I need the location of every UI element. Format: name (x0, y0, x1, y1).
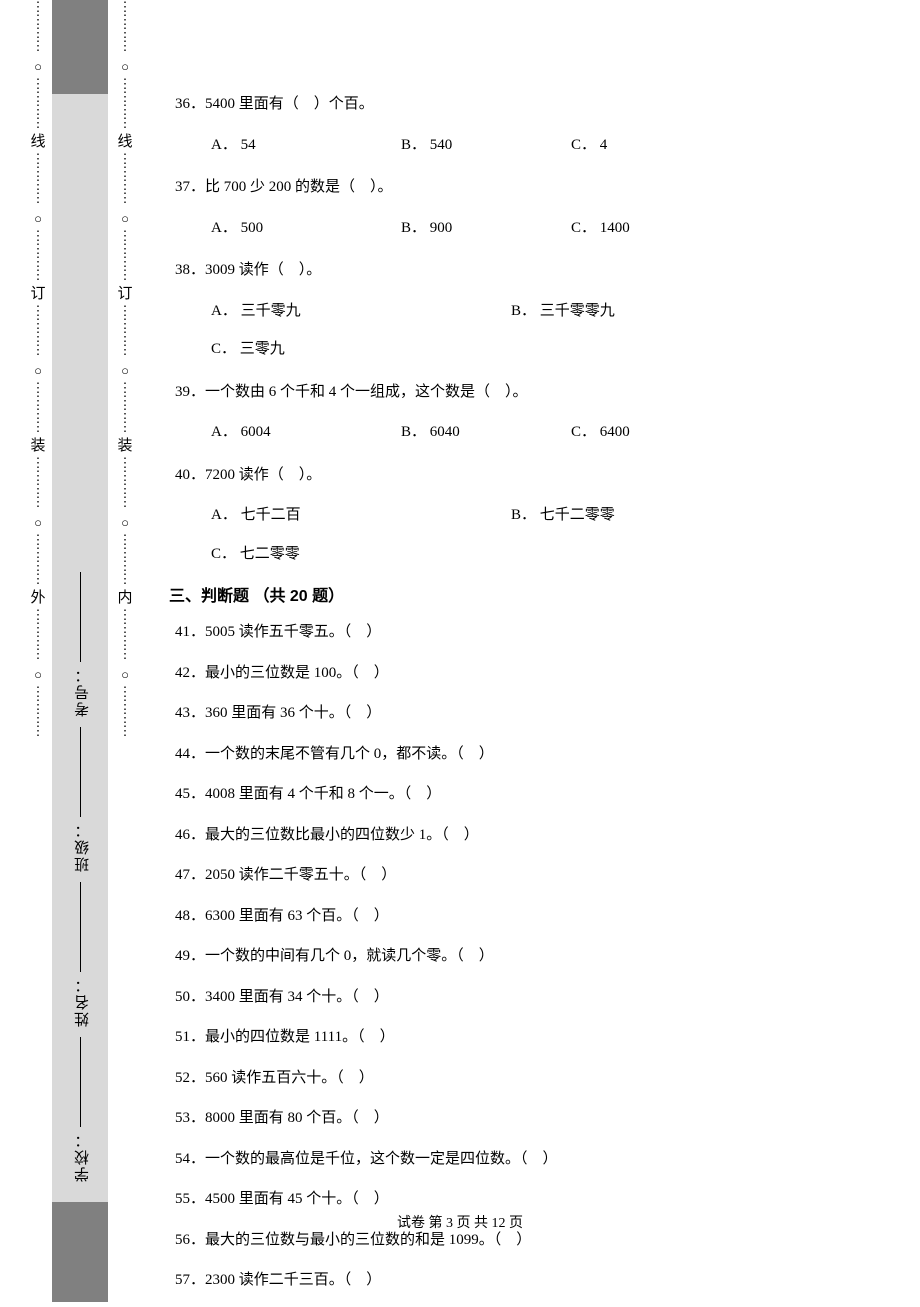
option: C． 1400 (571, 214, 630, 243)
binding-marker-char: 装 (117, 439, 132, 454)
field-class-line (80, 727, 81, 817)
binding-strip: 学校： 姓名： 班级： 考号： ⋮ ⋮ ⋮ ⋮ ○ ⋮ ⋮ ⋮ ⋮ 线 ⋮ ⋮ ⋮ ⋮ ○… (0, 0, 145, 1302)
truefalse-item: 49．一个数的中间有几个 0，就读几个零。（ ） (175, 942, 885, 971)
option: C． 4 (571, 131, 607, 160)
binding-dots: ⋮ ⋮ ⋮ ⋮ (119, 77, 132, 133)
truefalse-item: 46．最大的三位数比最小的四位数少 1。（ ） (175, 821, 885, 850)
option: B． 三千零零九 (511, 297, 615, 326)
question-stem: 37．比 700 少 200 的数是（ ）。 (175, 173, 885, 202)
option: A． 500 (211, 214, 401, 243)
binding-dots: ⋮ ⋮ ⋮ ⋮ (119, 304, 132, 360)
binding-circle-icon: ○ (34, 364, 42, 377)
binding-dots: ⋮ ⋮ ⋮ ⋮ (32, 229, 45, 285)
question-stem: 39．一个数由 6 个千和 4 个一组成，这个数是（ ）。 (175, 378, 885, 407)
option: B． 540 (401, 131, 571, 160)
question-options: A． 500B． 900C． 1400 (175, 214, 885, 243)
question-stem: 40．7200 读作（ ）。 (175, 461, 885, 490)
truefalse-item: 48．6300 里面有 63 个百。（ ） (175, 902, 885, 931)
binding-marker-char: 线 (30, 135, 45, 150)
field-examnum-label: 考号： (72, 666, 93, 717)
binding-marker-char: 线 (117, 135, 132, 150)
binding-circle-icon: ○ (34, 668, 42, 681)
option: A． 七千二百 (211, 501, 511, 530)
binding-dots: ⋮ ⋮ ⋮ ⋮ (32, 152, 45, 208)
binding-circle-icon: ○ (121, 212, 129, 225)
option: B． 6040 (401, 418, 571, 447)
truefalse-item: 52．560 读作五百六十。（ ） (175, 1064, 885, 1093)
truefalse-item: 50．3400 里面有 34 个十。（ ） (175, 983, 885, 1012)
binding-marker-char: 内 (117, 591, 132, 606)
binding-dots: ⋮ ⋮ ⋮ ⋮ (119, 381, 132, 437)
binding-dots: ⋮ ⋮ ⋮ ⋮ (119, 456, 132, 512)
binding-dots: ⋮ ⋮ ⋮ ⋮ (119, 152, 132, 208)
binding-marker-char: 外 (30, 591, 45, 606)
truefalse-item: 55．4500 里面有 45 个十。（ ） (175, 1185, 885, 1214)
binding-circle-icon: ○ (121, 668, 129, 681)
binding-marker-char: 装 (30, 439, 45, 454)
binding-dots: ⋮ ⋮ ⋮ ⋮ (119, 608, 132, 664)
binding-outer-col: ⋮ ⋮ ⋮ ⋮ ○ ⋮ ⋮ ⋮ ⋮ 线 ⋮ ⋮ ⋮ ⋮ ○ ⋮ ⋮ ⋮ ⋮ 订 ⋮ ⋮ ⋮ ⋮ ○… (28, 0, 48, 1302)
option: A． 54 (211, 131, 401, 160)
truefalse-item: 47．2050 读作二千零五十。（ ） (175, 861, 885, 890)
question-options: A． 54B． 540C． 4 (175, 131, 885, 160)
page-content: 36．5400 里面有（ ）个百。 A． 54B． 540C． 4 37．比 700… (175, 90, 885, 1307)
binding-circle-icon: ○ (121, 60, 129, 73)
option: B． 七千二零零 (511, 501, 615, 530)
binding-dots: ⋮ ⋮ ⋮ ⋮ (32, 608, 45, 664)
binding-circle-icon: ○ (121, 516, 129, 529)
binding-dots: ⋮ ⋮ ⋮ ⋮ (32, 381, 45, 437)
option: C． 三零九 (211, 335, 285, 364)
question-options: A． 七千二百B． 七千二零零 C． 七二零零 (175, 501, 885, 568)
field-class-label: 班级： (72, 821, 93, 872)
binding-circle-icon: ○ (121, 364, 129, 377)
binding-fields: 学校： 姓名： 班级： 考号： (52, 94, 108, 1202)
truefalse-item: 53．8000 里面有 80 个百。（ ） (175, 1104, 885, 1133)
option: C． 6400 (571, 418, 630, 447)
question-options: A． 6004B． 6040C． 6400 (175, 418, 885, 447)
binding-marker-char: 订 (30, 287, 45, 302)
field-school-label: 学校： (72, 1131, 93, 1182)
option: A． 6004 (211, 418, 401, 447)
truefalse-item: 41．5005 读作五千零五。（ ） (175, 618, 885, 647)
question-options: A． 三千零九B． 三千零零九 C． 三零九 (175, 297, 885, 364)
section-heading: 三、判断题 （共 20 题） (169, 582, 885, 606)
option: B． 900 (401, 214, 571, 243)
truefalse-item: 45．4008 里面有 4 个千和 8 个一。（ ） (175, 780, 885, 809)
binding-dots: ⋮ ⋮ ⋮ ⋮ (119, 0, 132, 56)
truefalse-item: 54．一个数的最高位是千位，这个数一定是四位数。（ ） (175, 1145, 885, 1174)
binding-dots: ⋮ ⋮ ⋮ ⋮ (119, 685, 132, 741)
binding-inner-col: ⋮ ⋮ ⋮ ⋮ ○ ⋮ ⋮ ⋮ ⋮ 线 ⋮ ⋮ ⋮ ⋮ ○ ⋮ ⋮ ⋮ ⋮ 订 ⋮ ⋮ ⋮ ⋮ ○… (115, 0, 135, 1302)
binding-dots: ⋮ ⋮ ⋮ ⋮ (32, 77, 45, 133)
binding-dots: ⋮ ⋮ ⋮ ⋮ (32, 456, 45, 512)
truefalse-item: 44．一个数的末尾不管有几个 0，都不读。（ ） (175, 740, 885, 769)
truefalse-item: 43．360 里面有 36 个十。（ ） (175, 699, 885, 728)
truefalse-item: 57．2300 读作二千三百。（ ） (175, 1266, 885, 1295)
binding-circle-icon: ○ (34, 516, 42, 529)
truefalse-item: 42．最小的三位数是 100。（ ） (175, 659, 885, 688)
binding-dots: ⋮ ⋮ ⋮ ⋮ (32, 0, 45, 56)
truefalse-item: 51．最小的四位数是 1111。（ ） (175, 1023, 885, 1052)
binding-dots: ⋮ ⋮ ⋮ ⋮ (32, 304, 45, 360)
strip-darkblock-top (52, 0, 108, 94)
option: A． 三千零九 (211, 297, 511, 326)
question-stem: 38．3009 读作（ ）。 (175, 256, 885, 285)
binding-dots: ⋮ ⋮ ⋮ ⋮ (119, 533, 132, 589)
question-stem: 36．5400 里面有（ ）个百。 (175, 90, 885, 119)
binding-dots: ⋮ ⋮ ⋮ ⋮ (119, 229, 132, 285)
binding-circle-icon: ○ (34, 60, 42, 73)
binding-dots: ⋮ ⋮ ⋮ ⋮ (32, 533, 45, 589)
page-footer: 试卷 第 3 页 共 12 页 (0, 1212, 920, 1232)
field-examnum-line (80, 572, 81, 662)
binding-circle-icon: ○ (34, 212, 42, 225)
field-name-label: 姓名： (72, 976, 93, 1027)
option: C． 七二零零 (211, 540, 300, 569)
binding-dots: ⋮ ⋮ ⋮ ⋮ (32, 685, 45, 741)
field-school-line (80, 1037, 81, 1127)
field-name-line (80, 882, 81, 972)
binding-marker-char: 订 (117, 287, 132, 302)
